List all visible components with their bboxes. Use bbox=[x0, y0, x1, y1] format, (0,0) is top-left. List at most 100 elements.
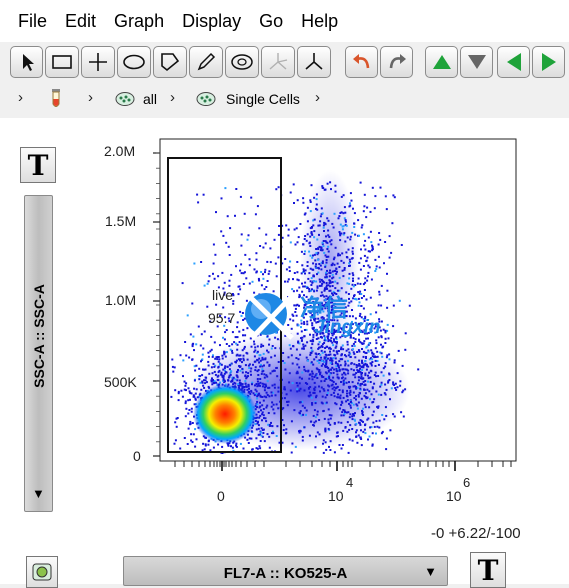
x-axis-parameter-selector[interactable]: FL7-A :: KO525-A ▼ bbox=[123, 556, 448, 586]
event-dot bbox=[299, 353, 302, 356]
event-dot bbox=[311, 372, 314, 375]
event-dot bbox=[296, 370, 299, 373]
event-dot bbox=[259, 354, 262, 357]
event-dot bbox=[363, 403, 366, 406]
event-dot bbox=[228, 279, 231, 282]
event-dot bbox=[184, 341, 187, 343]
event-dot bbox=[290, 354, 293, 357]
event-dot bbox=[340, 259, 343, 262]
event-dot bbox=[328, 414, 331, 417]
event-dot bbox=[302, 268, 305, 271]
event-dot bbox=[259, 405, 262, 408]
event-dot bbox=[326, 366, 329, 369]
event-dot bbox=[329, 350, 331, 353]
event-dot bbox=[377, 375, 380, 377]
event-dot bbox=[255, 258, 258, 261]
event-dot bbox=[331, 379, 334, 382]
event-dot bbox=[263, 373, 266, 376]
event-dot bbox=[194, 369, 197, 372]
event-dot bbox=[242, 359, 245, 362]
layout-editor-button[interactable] bbox=[26, 556, 58, 588]
event-dot bbox=[359, 387, 362, 390]
event-dot bbox=[327, 384, 330, 387]
event-dot bbox=[363, 388, 365, 391]
x-axis-title-toggle[interactable]: T bbox=[470, 552, 506, 588]
event-dot bbox=[400, 244, 403, 246]
event-dot bbox=[299, 410, 302, 413]
event-dot bbox=[284, 368, 287, 371]
event-dot bbox=[351, 428, 354, 430]
event-dot bbox=[354, 376, 357, 379]
event-dot bbox=[311, 226, 313, 229]
event-dot bbox=[371, 355, 374, 358]
event-dot bbox=[367, 236, 370, 239]
watermark-latin: Jingxin bbox=[314, 317, 381, 338]
event-dot bbox=[299, 412, 301, 415]
event-dot bbox=[309, 245, 312, 247]
event-dot bbox=[373, 207, 376, 210]
event-dot bbox=[192, 433, 195, 436]
event-dot bbox=[212, 362, 215, 365]
event-dot bbox=[261, 411, 264, 414]
event-dot bbox=[336, 262, 339, 265]
event-dot bbox=[303, 213, 306, 216]
event-dot bbox=[323, 360, 326, 363]
event-dot bbox=[262, 432, 265, 434]
event-dot bbox=[369, 230, 372, 233]
event-dot bbox=[174, 421, 177, 424]
event-dot bbox=[316, 413, 319, 416]
event-dot bbox=[329, 417, 332, 420]
event-dot bbox=[289, 260, 292, 263]
event-dot bbox=[310, 284, 313, 286]
event-dot bbox=[304, 250, 306, 253]
event-dot bbox=[370, 349, 373, 352]
event-dot bbox=[190, 410, 193, 413]
event-dot bbox=[315, 394, 318, 397]
event-dot bbox=[235, 359, 238, 362]
event-dot bbox=[325, 259, 328, 261]
event-dot bbox=[349, 424, 352, 427]
event-dot bbox=[245, 385, 248, 388]
event-dot bbox=[399, 384, 402, 387]
event-dot bbox=[268, 270, 271, 273]
y-tick-label: 1.5M bbox=[105, 213, 137, 229]
event-dot bbox=[207, 360, 210, 363]
event-dot bbox=[256, 350, 259, 353]
event-dot bbox=[388, 353, 391, 356]
event-dot bbox=[351, 231, 354, 234]
event-dot bbox=[347, 369, 350, 372]
event-dot bbox=[229, 348, 232, 351]
event-dot bbox=[371, 248, 374, 251]
event-dot bbox=[365, 260, 368, 263]
event-dot bbox=[316, 238, 319, 241]
event-dot bbox=[320, 364, 323, 367]
event-dot bbox=[320, 349, 323, 352]
event-dot bbox=[343, 267, 346, 269]
event-dot bbox=[340, 232, 343, 235]
event-dot bbox=[288, 270, 291, 272]
event-dot bbox=[202, 193, 205, 196]
event-dot bbox=[303, 253, 306, 255]
event-dot bbox=[230, 273, 233, 276]
event-dot bbox=[221, 445, 224, 448]
event-dot bbox=[369, 369, 372, 372]
event-dot bbox=[417, 368, 420, 371]
event-dot bbox=[202, 368, 204, 371]
event-dot bbox=[271, 370, 274, 373]
event-dot bbox=[320, 386, 323, 389]
event-dot bbox=[324, 396, 327, 399]
event-dot bbox=[316, 368, 319, 371]
event-dot bbox=[328, 377, 331, 380]
event-dot bbox=[202, 442, 205, 445]
event-dot bbox=[257, 374, 260, 376]
event-dot bbox=[259, 414, 262, 417]
event-dot bbox=[346, 399, 349, 402]
event-dot bbox=[371, 358, 374, 361]
event-dot bbox=[387, 381, 390, 384]
event-dot bbox=[201, 380, 204, 383]
event-dot bbox=[303, 238, 306, 240]
event-dot bbox=[401, 364, 404, 367]
event-dot bbox=[314, 386, 317, 389]
event-dot bbox=[285, 224, 288, 227]
event-dot bbox=[352, 277, 354, 280]
